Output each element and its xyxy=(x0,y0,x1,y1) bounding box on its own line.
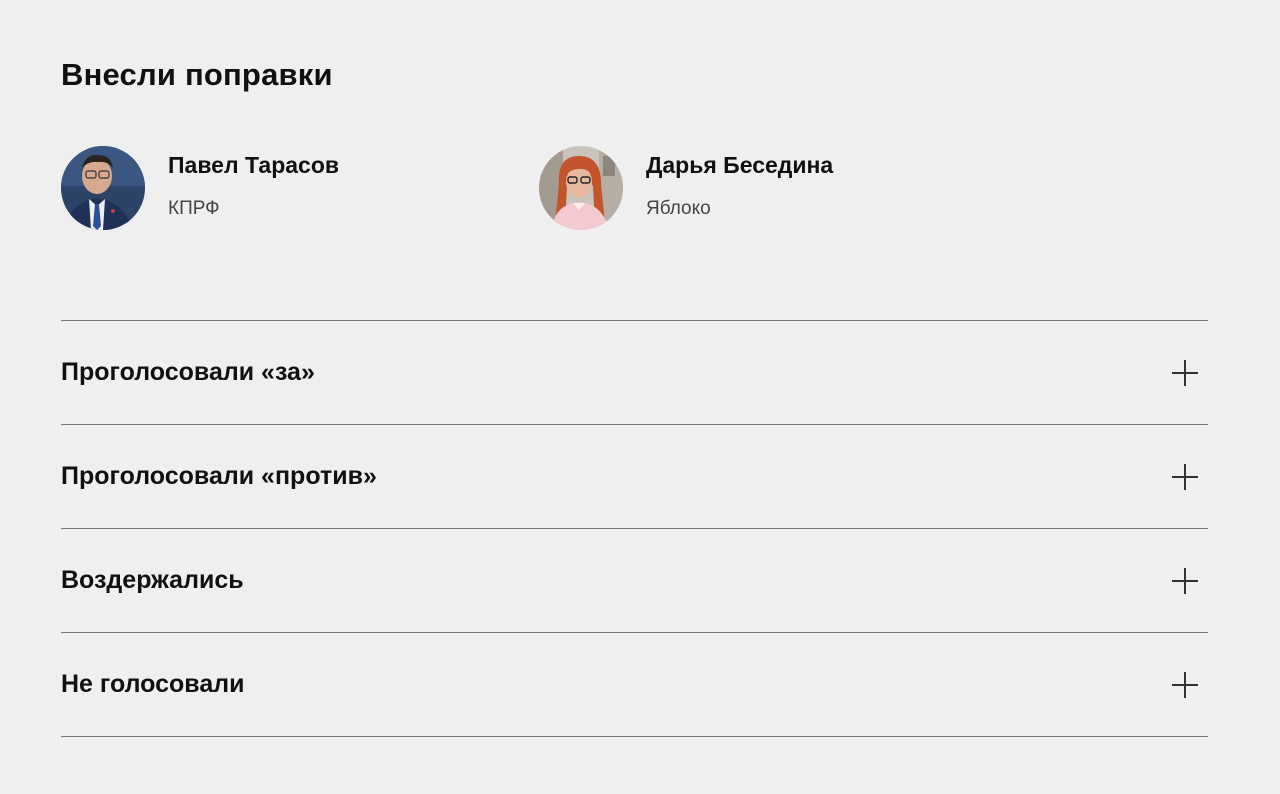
female-portrait-photo xyxy=(539,146,623,230)
author-party: Яблоко xyxy=(646,198,711,219)
accordion-item-voted-against[interactable]: Проголосовали «против» xyxy=(61,425,1208,529)
authors-list: Павел Тарасов КПРФ Дарья Беседина Яблоко xyxy=(61,146,1208,236)
male-portrait-photo xyxy=(61,146,145,230)
section-title: Внесли поправки xyxy=(61,57,333,92)
accordion-label: Не голосовали xyxy=(61,670,245,698)
author-name[interactable]: Дарья Беседина xyxy=(646,151,833,179)
plus-icon[interactable] xyxy=(1172,464,1198,490)
accordion-label: Проголосовали «против» xyxy=(61,462,377,490)
plus-icon[interactable] xyxy=(1172,568,1198,594)
votes-accordion: Проголосовали «за» Проголосовали «против… xyxy=(61,320,1208,737)
accordion-label: Проголосовали «за» xyxy=(61,358,315,386)
avatar[interactable] xyxy=(539,146,623,230)
author-name[interactable]: Павел Тарасов xyxy=(168,151,339,179)
accordion-item-did-not-vote[interactable]: Не голосовали xyxy=(61,633,1208,737)
author-party: КПРФ xyxy=(168,198,220,219)
plus-icon[interactable] xyxy=(1172,672,1198,698)
avatar[interactable] xyxy=(61,146,145,230)
accordion-label: Воздержались xyxy=(61,566,244,594)
accordion-item-voted-for[interactable]: Проголосовали «за» xyxy=(61,321,1208,425)
plus-icon[interactable] xyxy=(1172,360,1198,386)
accordion-item-abstained[interactable]: Воздержались xyxy=(61,529,1208,633)
